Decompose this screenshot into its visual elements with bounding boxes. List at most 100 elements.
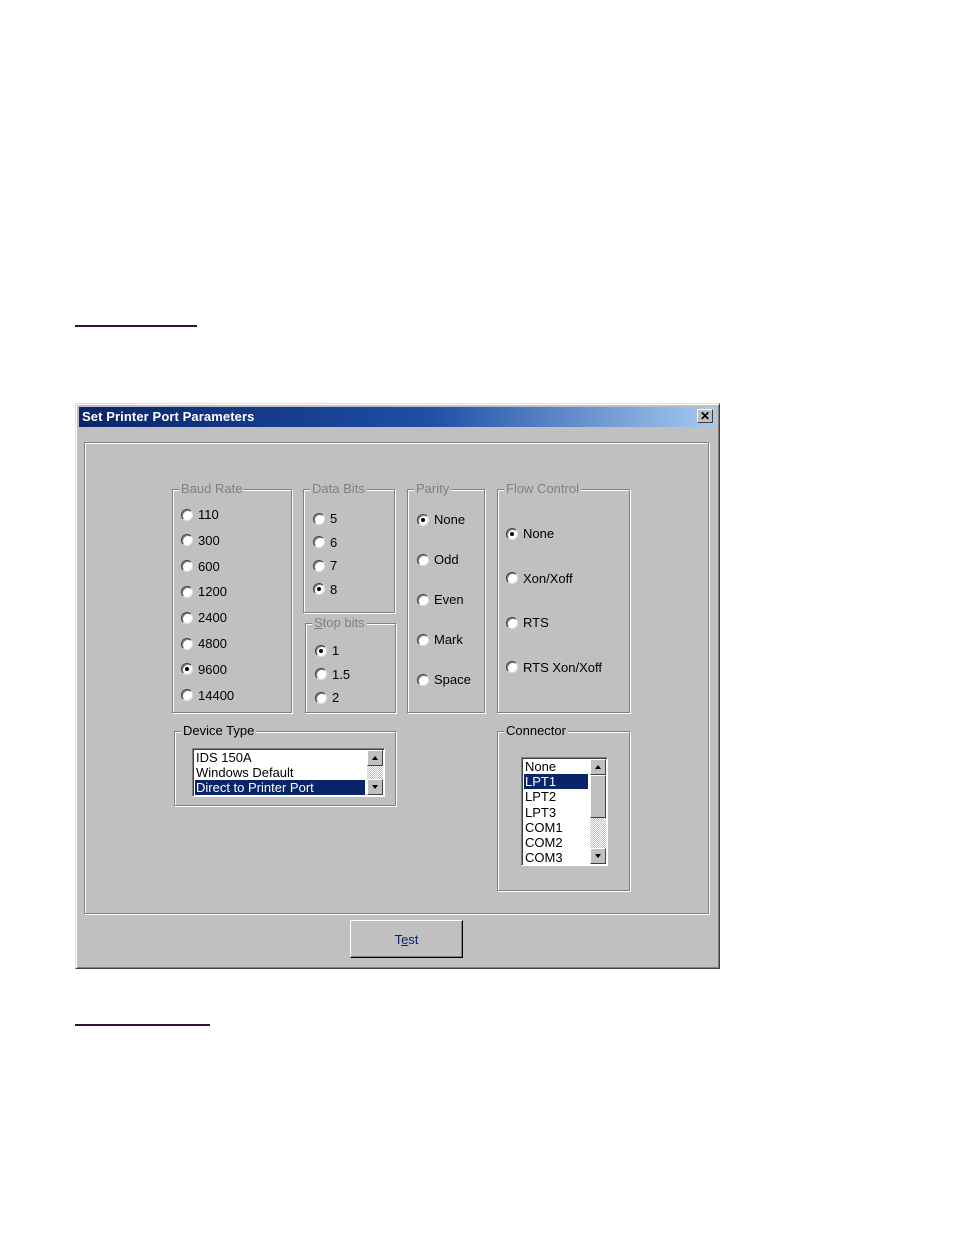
parity-option-label: Even [434, 592, 464, 607]
device-type-item[interactable]: Windows Default [195, 765, 365, 780]
baud-rate-label: Baud Rate [179, 481, 245, 497]
radio-unchecked-icon[interactable] [313, 536, 325, 548]
radio-checked-icon[interactable] [315, 644, 327, 657]
baud-rate-option[interactable]: 14400 [181, 688, 234, 703]
up-arrow-icon [372, 756, 378, 760]
baud-rate-option-label: 9600 [198, 661, 227, 677]
baud-rate-option-label: 2400 [198, 610, 227, 626]
connector-label: Connector [504, 723, 568, 739]
radio-unchecked-icon[interactable] [313, 512, 325, 525]
stop-bits-group: Stop bits 1 1.5 2 [305, 615, 396, 713]
parity-group: Parity None Odd Even Mark Space [407, 481, 485, 713]
link-underline-top[interactable] [75, 325, 197, 327]
connector-item[interactable]: COM3 [524, 850, 588, 865]
flow-control-label: Flow Control [504, 481, 581, 497]
flow-control-option-label: None [523, 526, 555, 541]
parity-option[interactable]: Odd [417, 552, 459, 567]
connector-item[interactable]: None [524, 759, 588, 774]
baud-rate-option[interactable]: 300 [181, 533, 220, 548]
stop-bits-option[interactable]: 1.5 [315, 667, 350, 682]
radio-unchecked-icon[interactable] [417, 673, 429, 686]
radio-checked-icon[interactable] [313, 583, 325, 595]
parity-option[interactable]: None [417, 512, 465, 527]
data-bits-label: Data Bits [310, 481, 367, 497]
data-bits-option[interactable]: 7 [313, 558, 337, 573]
radio-unchecked-icon[interactable] [417, 553, 429, 566]
radio-unchecked-icon[interactable] [181, 611, 193, 624]
dialog-title: Set Printer Port Parameters [82, 409, 255, 424]
parity-option-label: Odd [434, 552, 459, 567]
stop-bits-option[interactable]: 1 [315, 643, 339, 658]
scroll-thumb[interactable] [590, 775, 606, 818]
radio-unchecked-icon[interactable] [315, 668, 327, 680]
down-arrow-icon [595, 854, 601, 858]
radio-unchecked-icon[interactable] [181, 508, 193, 521]
radio-unchecked-icon[interactable] [181, 585, 193, 598]
connector-item[interactable]: LPT2 [524, 789, 588, 804]
connector-item[interactable]: COM2 [524, 835, 588, 850]
radio-unchecked-icon[interactable] [506, 616, 518, 629]
device-type-item[interactable]: IDS 150A [195, 750, 365, 765]
flow-control-option[interactable]: RTS Xon/Xoff [506, 660, 602, 675]
parity-label: Parity [414, 481, 452, 497]
data-bits-group: Data Bits 5 6 7 8 [303, 481, 395, 613]
device-type-scrollbar[interactable] [367, 750, 383, 795]
connector-scrollbar[interactable] [590, 759, 606, 864]
set-printer-port-dialog: Set Printer Port Parameters ✕ Baud Rate … [75, 403, 720, 969]
scroll-up-button[interactable] [367, 750, 383, 766]
connector-item[interactable]: LPT1 [524, 774, 588, 790]
radio-unchecked-icon[interactable] [181, 637, 193, 650]
stop-bits-label: Stop bits [312, 615, 367, 631]
data-bits-option[interactable]: 5 [313, 511, 337, 526]
device-type-item[interactable]: Direct to Printer Port [195, 780, 365, 796]
radio-unchecked-icon[interactable] [506, 572, 518, 584]
radio-unchecked-icon[interactable] [417, 633, 429, 646]
connector-listbox[interactable]: None LPT1 LPT2 LPT3 COM1 COM2 COM3 [521, 757, 608, 866]
up-arrow-icon [595, 765, 601, 769]
close-button[interactable]: ✕ [697, 409, 713, 423]
data-bits-option-label: 8 [330, 581, 338, 597]
radio-unchecked-icon[interactable] [315, 691, 327, 704]
parity-option[interactable]: Space [417, 672, 471, 687]
radio-unchecked-icon[interactable] [181, 689, 193, 702]
stop-bits-option[interactable]: 2 [315, 690, 339, 705]
baud-rate-option[interactable]: 600 [181, 559, 220, 574]
radio-unchecked-icon[interactable] [181, 534, 193, 547]
test-button[interactable]: Test [350, 920, 463, 958]
baud-rate-option[interactable]: 9600 [181, 662, 227, 677]
radio-checked-icon[interactable] [181, 663, 193, 676]
scroll-down-button[interactable] [590, 848, 606, 864]
device-type-listbox[interactable]: IDS 150A Windows Default Direct to Printer… [192, 748, 385, 797]
data-bits-option[interactable]: 6 [313, 535, 337, 550]
scroll-down-button[interactable] [367, 779, 383, 795]
parity-option[interactable]: Even [417, 592, 464, 607]
title-bar[interactable]: Set Printer Port Parameters ✕ [79, 407, 716, 427]
radio-unchecked-icon[interactable] [181, 560, 193, 573]
flow-control-option[interactable]: Xon/Xoff [506, 571, 573, 586]
radio-checked-icon[interactable] [506, 527, 518, 540]
parity-option-label: None [434, 512, 466, 527]
radio-unchecked-icon[interactable] [506, 661, 518, 673]
stop-bits-option-label: 2 [332, 690, 340, 705]
parity-option-label: Space [434, 672, 471, 687]
radio-unchecked-icon[interactable] [417, 593, 429, 606]
connector-group: Connector None LPT1 LPT2 LPT3 COM1 COM2 COM3 [497, 723, 630, 891]
device-type-label: Device Type [181, 723, 257, 739]
baud-rate-option[interactable]: 110 [181, 507, 219, 522]
scroll-up-button[interactable] [590, 759, 606, 775]
link-underline-bottom[interactable] [75, 1024, 210, 1026]
baud-rate-option[interactable]: 4800 [181, 636, 227, 651]
parity-option-label: Mark [434, 632, 463, 647]
baud-rate-option-label: 110 [198, 507, 219, 522]
baud-rate-option[interactable]: 2400 [181, 610, 227, 625]
flow-control-option[interactable]: RTS [506, 615, 549, 630]
connector-item[interactable]: LPT3 [524, 805, 588, 820]
flow-control-option[interactable]: None [506, 526, 554, 541]
data-bits-option[interactable]: 8 [313, 582, 337, 597]
flow-control-group: Flow Control None Xon/Xoff RTS RTS Xon/Xoff [497, 481, 630, 713]
radio-unchecked-icon[interactable] [313, 559, 325, 572]
connector-item[interactable]: COM1 [524, 820, 588, 835]
baud-rate-option[interactable]: 1200 [181, 584, 227, 599]
radio-checked-icon[interactable] [417, 513, 429, 526]
parity-option[interactable]: Mark [417, 632, 463, 647]
